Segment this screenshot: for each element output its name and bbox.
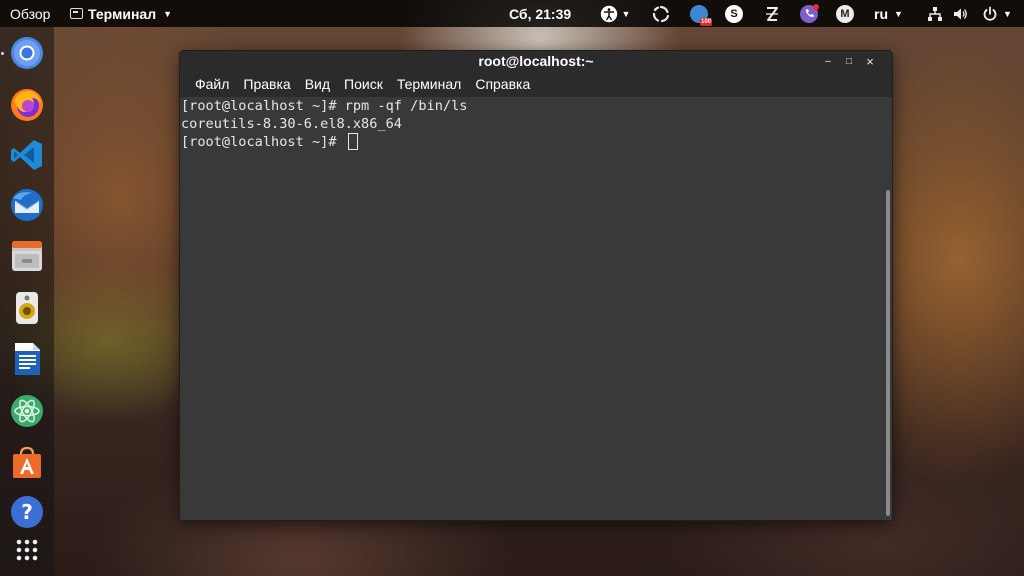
terminal-line: [root@localhost ~]# rpm -qf /bin/ls: [181, 98, 468, 114]
skype-icon: S: [725, 4, 743, 23]
network-icon: [928, 6, 942, 21]
maximize-icon: □: [845, 55, 853, 67]
terminal-scrollbar[interactable]: [883, 97, 892, 520]
chromium-icon: [11, 37, 43, 69]
dock-help[interactable]: ?: [9, 494, 45, 530]
terminal-app-icon: [70, 8, 83, 19]
scrollbar-thumb[interactable]: [886, 190, 890, 516]
clock-button[interactable]: Сб, 21:39: [509, 0, 571, 27]
close-button[interactable]: ×: [862, 53, 878, 69]
svg-text:?: ?: [21, 500, 33, 524]
spinner-icon: [652, 5, 670, 22]
app-menu-label: Терминал: [88, 5, 157, 22]
atom-icon: [11, 395, 43, 427]
caret-down-icon: ▼: [163, 8, 173, 19]
firefox-icon: [11, 89, 43, 121]
menu-bar: Файл Правка Вид Поиск Терминал Справка: [180, 71, 892, 97]
dock-vscode[interactable]: [9, 137, 45, 173]
language-label: ru: [874, 5, 888, 22]
terminal-output[interactable]: [root@localhost ~]# rpm -qf /bin/ls core…: [180, 97, 883, 520]
dock-atom[interactable]: [9, 393, 45, 429]
network-indicator[interactable]: [926, 0, 944, 27]
window-titlebar[interactable]: root@localhost:~ ‒ □ ×: [180, 51, 892, 71]
dock-thunderbird[interactable]: [9, 187, 45, 223]
menu-help[interactable]: Справка: [468, 71, 537, 97]
terminal-prompt: [root@localhost ~]#: [181, 134, 345, 150]
clock-label: Сб, 21:39: [509, 5, 572, 22]
minimize-button[interactable]: ‒: [820, 53, 836, 69]
caret-down-icon: ▼: [1003, 8, 1012, 19]
terminal-line: coreutils-8.30-6.el8.x86_64: [181, 116, 402, 132]
tray-spinner[interactable]: [651, 0, 671, 27]
show-apps-icon: [16, 539, 38, 561]
window-title: root@localhost:~: [478, 53, 594, 69]
dock-files[interactable]: [9, 238, 45, 274]
notification-badge: 100: [699, 17, 712, 26]
activities-label: Обзор: [10, 5, 51, 22]
activities-button[interactable]: Обзор: [10, 0, 50, 27]
dock-rhythmbox[interactable]: [9, 290, 45, 326]
tray-notifications[interactable]: 100: [689, 0, 712, 27]
language-selector[interactable]: ru ▼: [874, 0, 903, 27]
dock: ?: [0, 27, 54, 576]
tray-viber[interactable]: [798, 0, 820, 27]
volume-indicator[interactable]: [951, 0, 969, 27]
menu-view[interactable]: Вид: [298, 71, 337, 97]
vscode-icon: [11, 140, 42, 170]
phone-icon: [805, 9, 814, 18]
show-apps-button[interactable]: [9, 532, 45, 568]
libreoffice-writer-icon: [15, 343, 40, 375]
notification-icon: 100: [690, 4, 712, 26]
text-cursor: [347, 133, 358, 150]
accessibility-icon: [600, 5, 617, 22]
zotero-icon: [766, 6, 778, 21]
terminal-prompt-line: [root@localhost ~]#: [181, 133, 883, 151]
tray-mail[interactable]: M: [834, 0, 856, 27]
rhythmbox-icon: [16, 292, 38, 324]
caret-down-icon: ▼: [621, 8, 631, 19]
caret-down-icon: ▼: [894, 8, 903, 19]
accessibility-menu[interactable]: ▼: [597, 0, 633, 27]
volume-icon: [954, 8, 967, 19]
help-icon: ?: [11, 496, 43, 528]
dock-chromium[interactable]: [9, 35, 45, 71]
viber-unread-dot: [813, 3, 819, 10]
files-icon: [12, 241, 42, 271]
thunderbird-icon: [11, 189, 43, 221]
running-indicator: [1, 52, 4, 55]
terminal-window: root@localhost:~ ‒ □ × Файл Правка Вид П…: [180, 51, 892, 520]
menu-search[interactable]: Поиск: [337, 71, 390, 97]
power-icon: [983, 6, 997, 21]
menu-file[interactable]: Файл: [188, 71, 236, 97]
dock-software-center[interactable]: [9, 444, 45, 480]
dock-libreoffice-writer[interactable]: [9, 341, 45, 377]
menu-terminal[interactable]: Терминал: [390, 71, 468, 97]
system-menu[interactable]: ▼: [978, 0, 1016, 27]
viber-icon: [800, 3, 819, 23]
tray-skype[interactable]: S: [724, 0, 744, 27]
minimize-icon: ‒: [825, 55, 831, 67]
menu-edit[interactable]: Правка: [236, 71, 297, 97]
dock-firefox[interactable]: [9, 87, 45, 123]
close-icon: ×: [866, 53, 874, 69]
tray-zotero[interactable]: [762, 0, 782, 27]
software-center-icon: [13, 446, 41, 478]
top-bar: Обзор Терминал ▼ Сб, 21:39 ▼ 100 S M ru …: [0, 0, 1024, 27]
app-menu-button[interactable]: Терминал ▼: [70, 0, 172, 27]
mail-icon: M: [836, 4, 854, 23]
maximize-button[interactable]: □: [841, 53, 857, 69]
